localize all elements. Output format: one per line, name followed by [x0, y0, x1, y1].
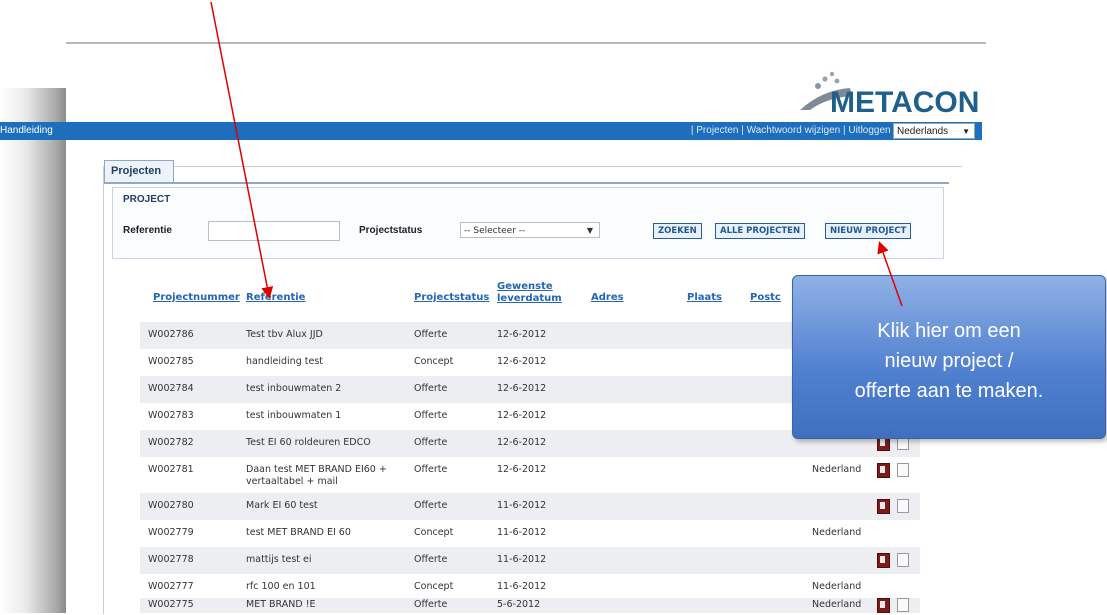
annotation-arrows [210, 1, 903, 307]
arrow-to-nieuw-project [877, 241, 903, 307]
arrow-to-referentie [210, 1, 274, 299]
